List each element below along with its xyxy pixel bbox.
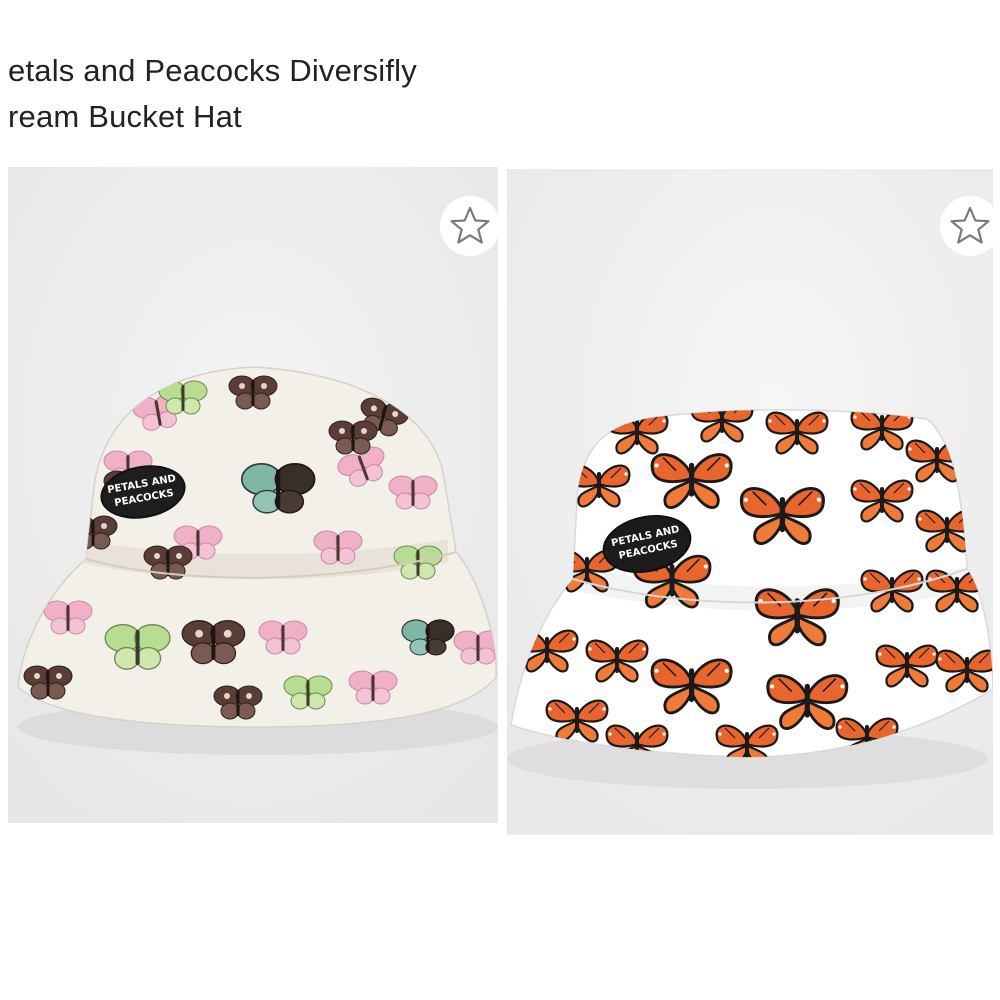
favorite-button-right[interactable] [940,196,1000,256]
favorite-button-left[interactable] [440,196,500,256]
star-outline-icon [950,206,990,244]
product-image-white-monarch-hat[interactable]: PETALS AND PEACOCKS [507,169,993,835]
star-outline-icon [450,206,490,244]
cream-bucket-hat-illustration: PETALS AND PEACOCKS [8,167,498,823]
product-title: etals and Peacocks Diversifly ream Bucke… [8,48,417,140]
white-monarch-bucket-hat-illustration: PETALS AND PEACOCKS [507,169,993,835]
product-title-line-1: etals and Peacocks Diversifly [8,53,417,88]
product-title-line-2: ream Bucket Hat [8,99,242,134]
product-image-cream-hat[interactable]: PETALS AND PEACOCKS [8,167,498,823]
